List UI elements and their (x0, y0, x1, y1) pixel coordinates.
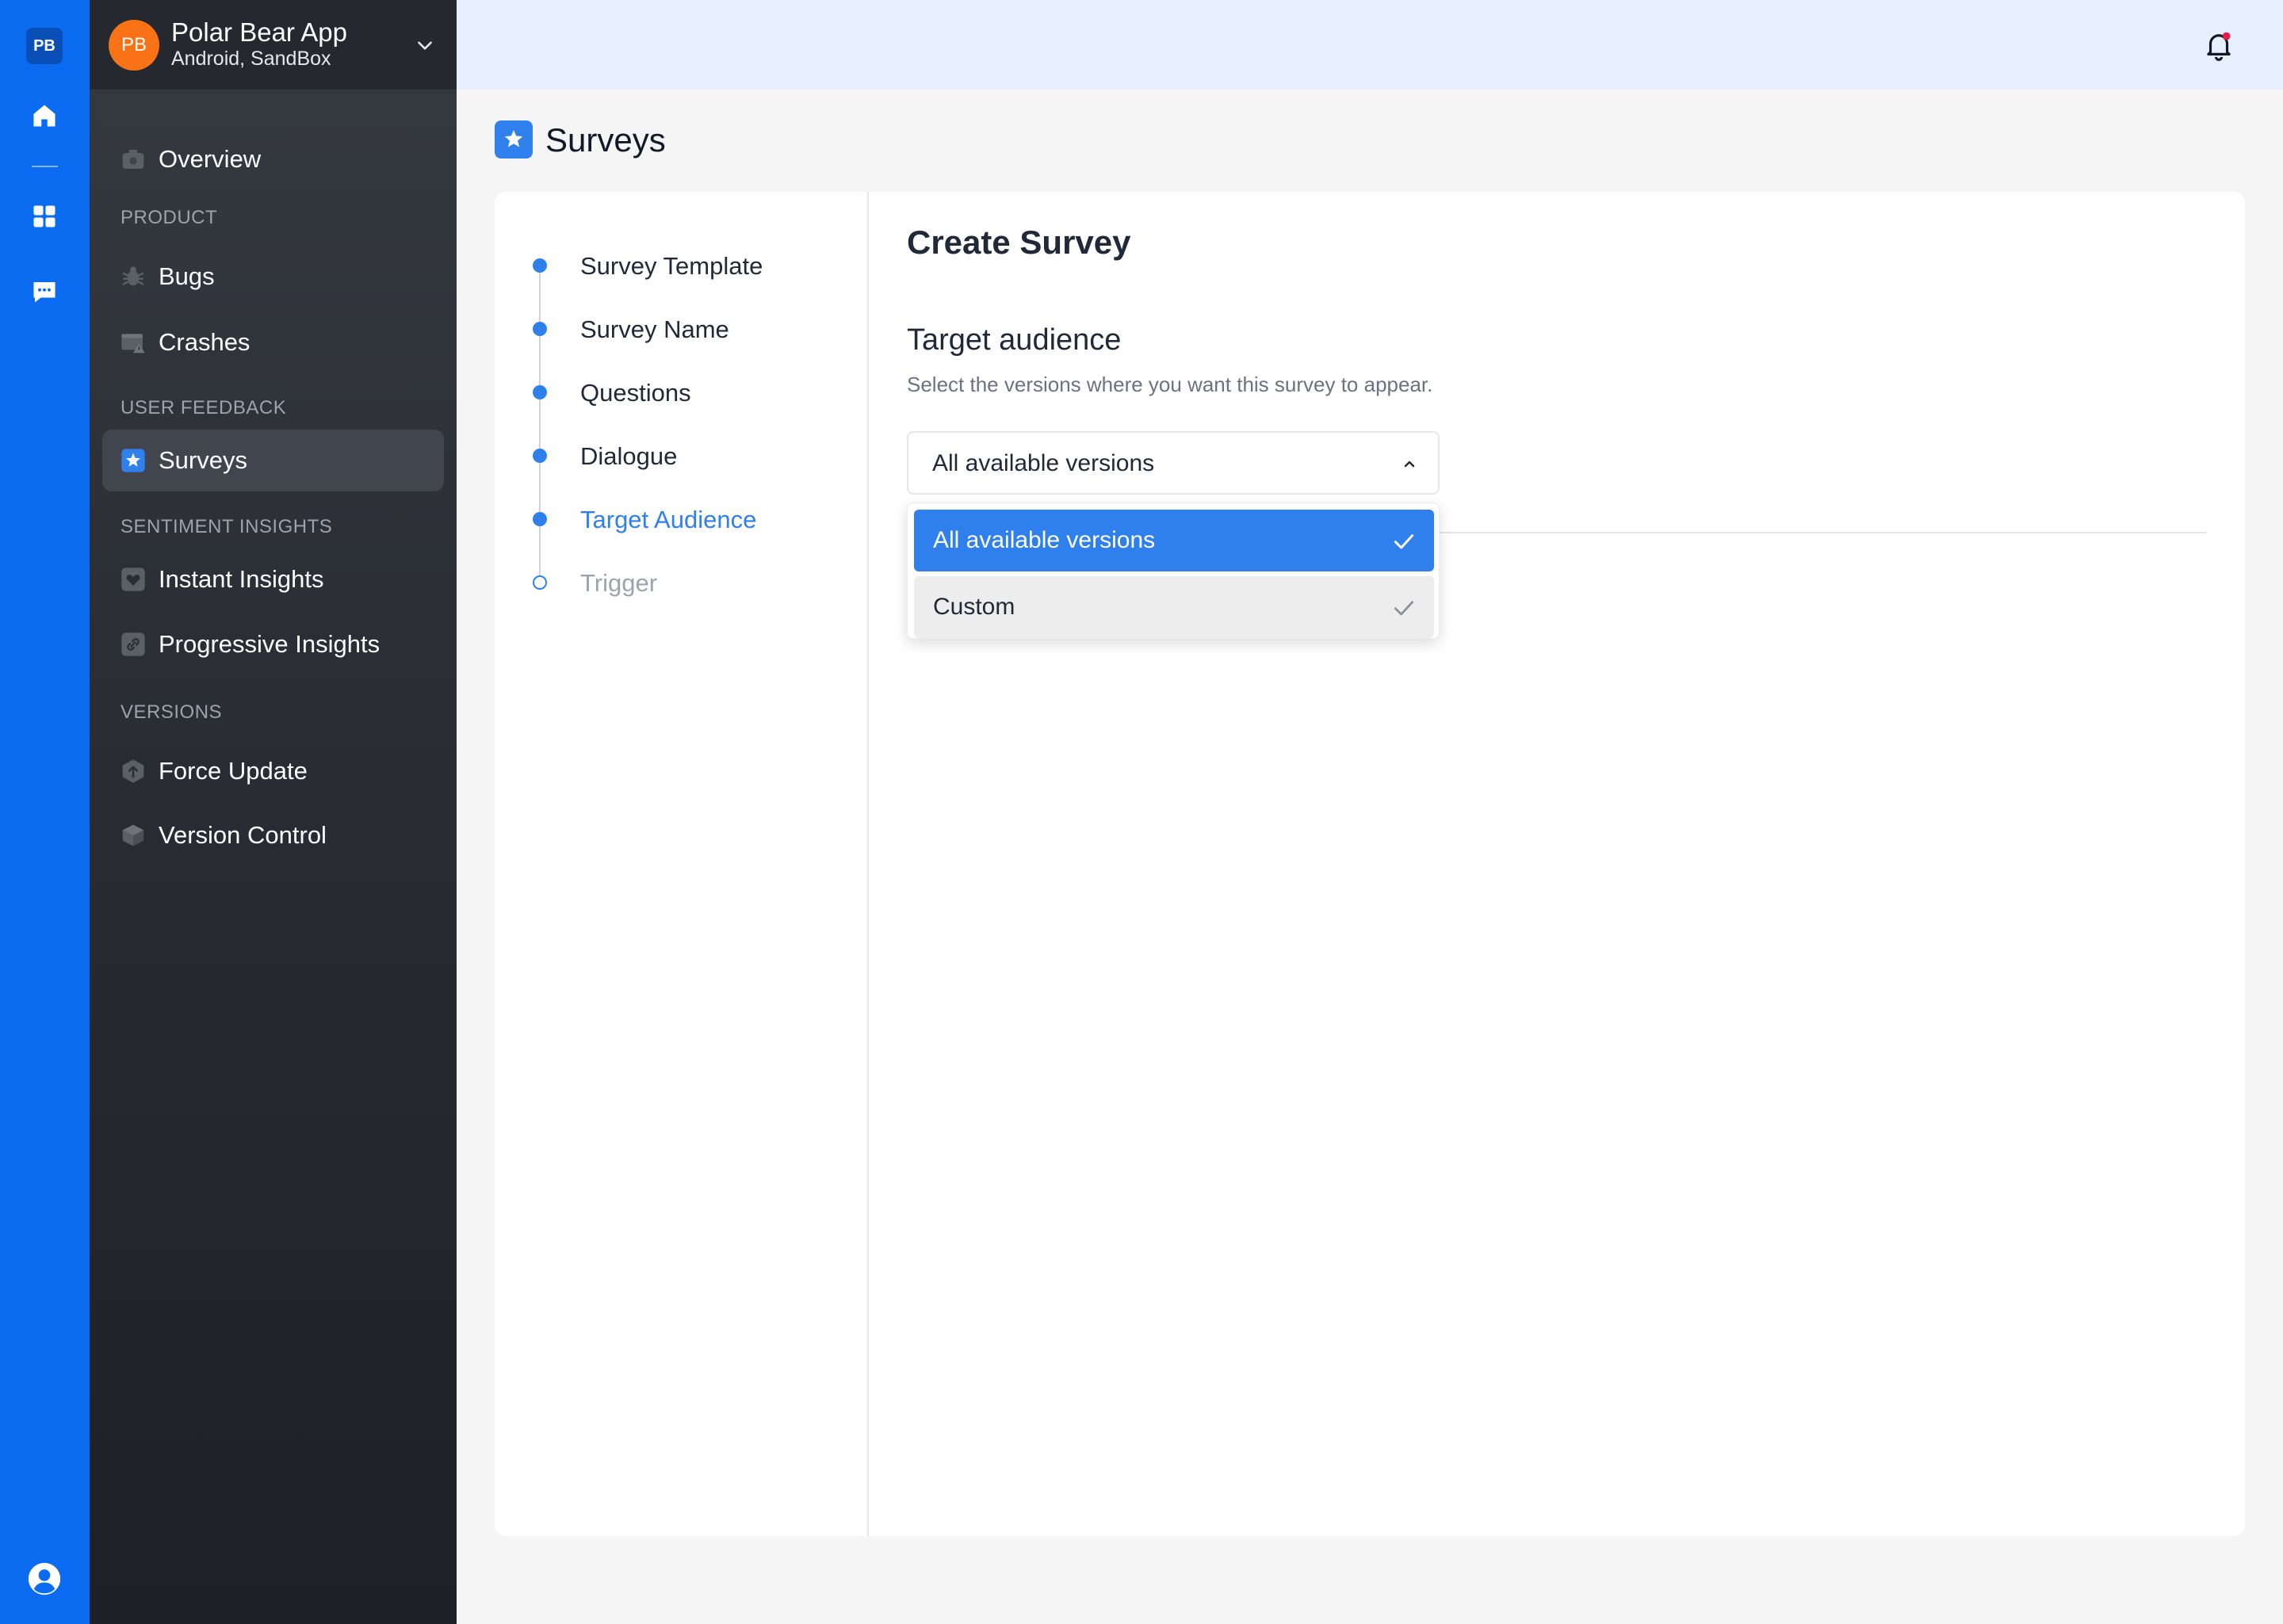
sidebar-item-label: Force Update (159, 757, 308, 785)
step-label: Survey Name (580, 315, 729, 343)
chevron-down-icon[interactable] (415, 35, 435, 55)
star-survey-icon (120, 448, 146, 473)
section-versions: VERSIONS (120, 701, 223, 723)
app-avatar: PB (109, 20, 159, 71)
step-dot (533, 385, 547, 399)
steps-divider (867, 192, 869, 1536)
step-label: Questions (580, 379, 691, 407)
upload-hexagon-icon (120, 759, 146, 784)
app-switcher[interactable]: PB Polar Bear App Android, SandBox (90, 0, 457, 90)
check-icon (1391, 595, 1417, 621)
sidebar-item-overview[interactable]: Overview (102, 128, 444, 190)
survey-card: Survey Template Survey Name Questions Di… (495, 192, 2245, 1536)
sidebar-item-crashes[interactable]: Crashes (102, 311, 444, 373)
top-bar (457, 0, 2283, 90)
check-icon (1391, 529, 1417, 554)
box-icon (120, 823, 146, 848)
app-rail: PB (0, 0, 90, 1624)
app-subtitle: Android, SandBox (171, 48, 331, 70)
versions-select[interactable]: All available versions (907, 431, 1440, 495)
sidebar-item-label: Progressive Insights (159, 630, 380, 658)
option-label: Custom (933, 594, 1015, 620)
form-title: Create Survey (907, 224, 1131, 261)
sidebar-item-label: Surveys (159, 446, 247, 474)
step-dot (533, 258, 547, 273)
step-label: Trigger (580, 569, 658, 597)
sidebar-item-version-control[interactable]: Version Control (102, 804, 444, 866)
versions-dropdown: All available versions Custom (907, 502, 1440, 639)
step-dialogue[interactable]: Dialogue (495, 436, 859, 476)
surveys-star-icon (495, 120, 533, 159)
step-dot (533, 512, 547, 526)
section-title: Target audience (907, 323, 1122, 357)
step-questions[interactable]: Questions (495, 373, 859, 412)
section-description: Select the versions where you want this … (907, 373, 1433, 396)
sidebar-item-surveys[interactable]: Surveys (102, 430, 444, 491)
user-circle-icon[interactable] (27, 1561, 62, 1596)
sidebar-item-label: Bugs (159, 262, 215, 290)
section-product: PRODUCT (120, 207, 218, 228)
sidebar-item-label: Crashes (159, 328, 250, 356)
step-target-audience[interactable]: Target Audience (495, 499, 859, 539)
sidebar-item-bugs[interactable]: Bugs (102, 246, 444, 308)
option-custom[interactable]: Custom (914, 576, 1434, 638)
home-icon[interactable] (27, 98, 62, 133)
heart-icon (120, 567, 146, 592)
sidebar-item-label: Instant Insights (159, 565, 324, 593)
sidebar-item-progressive-insights[interactable]: Progressive Insights (102, 613, 444, 675)
camera-icon (120, 147, 146, 172)
step-label: Target Audience (580, 506, 757, 533)
page-title: Surveys (545, 121, 666, 159)
rail-divider (32, 166, 58, 167)
chevron-up-icon[interactable] (1400, 455, 1419, 474)
chat-icon[interactable] (27, 274, 62, 309)
sidebar-item-instant-insights[interactable]: Instant Insights (102, 548, 444, 610)
step-dot (533, 575, 547, 590)
sidebar-item-force-update[interactable]: Force Update (102, 740, 444, 802)
sidebar-item-label: Overview (159, 145, 262, 173)
bug-icon (120, 264, 146, 289)
step-dot (533, 322, 547, 336)
sidebar: PB Polar Bear App Android, SandBox Overv… (90, 0, 457, 1624)
sidebar-item-label: Version Control (159, 821, 327, 849)
section-user-feedback: USER FEEDBACK (120, 397, 287, 418)
section-sentiment-insights: SENTIMENT INSIGHTS (120, 516, 333, 537)
section-divider (1390, 532, 2207, 533)
option-all-versions[interactable]: All available versions (914, 510, 1434, 571)
grid-icon[interactable] (27, 199, 62, 234)
option-label: All available versions (933, 527, 1156, 553)
select-value: All available versions (932, 450, 1155, 476)
step-survey-template[interactable]: Survey Template (495, 246, 859, 285)
step-dot (533, 449, 547, 463)
app-name: Polar Bear App (171, 17, 347, 47)
step-label: Survey Template (580, 252, 763, 280)
step-survey-name[interactable]: Survey Name (495, 309, 859, 349)
crash-window-icon (120, 330, 146, 355)
step-label: Dialogue (580, 442, 678, 470)
rail-logo[interactable]: PB (26, 28, 63, 64)
link-icon (120, 632, 146, 657)
notification-bell-icon[interactable] (2202, 29, 2235, 62)
step-trigger: Trigger (495, 563, 859, 602)
